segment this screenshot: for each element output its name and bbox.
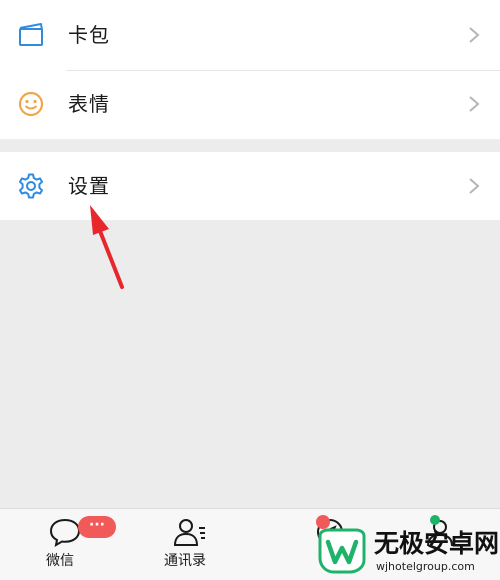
menu-item-label: 卡包 — [68, 23, 110, 47]
menu-item-label: 表情 — [68, 92, 110, 116]
chat-bubble-icon — [49, 518, 81, 547]
watermark-logo-icon — [318, 528, 366, 574]
watermark: 无极安卓网 wjhotelgroup.com — [306, 518, 500, 579]
watermark-url: wjhotelgroup.com — [376, 560, 475, 573]
chevron-right-icon — [469, 178, 480, 194]
menu-group-settings: 设置 — [0, 152, 500, 220]
menu-item-label: 设置 — [68, 174, 110, 198]
watermark-title: 无极安卓网 — [374, 529, 500, 558]
menu-item-settings[interactable]: 设置 — [0, 152, 500, 220]
card-wallet-icon — [19, 23, 43, 46]
tab-label: 微信 — [46, 553, 74, 569]
menu-item-card-wallet[interactable]: 卡包 — [0, 1, 500, 71]
red-arrow-pointer — [90, 205, 124, 289]
chevron-right-icon — [469, 96, 480, 112]
tab-contacts[interactable]: 通讯录 — [135, 509, 235, 580]
contacts-icon — [173, 519, 205, 546]
chevron-right-icon — [469, 27, 480, 43]
menu-item-emoji[interactable]: 表情 — [0, 70, 500, 138]
menu-group-top: 卡包 表情 — [0, 0, 500, 139]
tab-label: 通讯录 — [164, 553, 206, 569]
unread-badge: ··· — [78, 516, 116, 538]
tab-wechat[interactable]: 微信 ··· — [10, 509, 116, 580]
smiley-face-icon — [18, 91, 44, 117]
gear-icon — [19, 173, 43, 199]
